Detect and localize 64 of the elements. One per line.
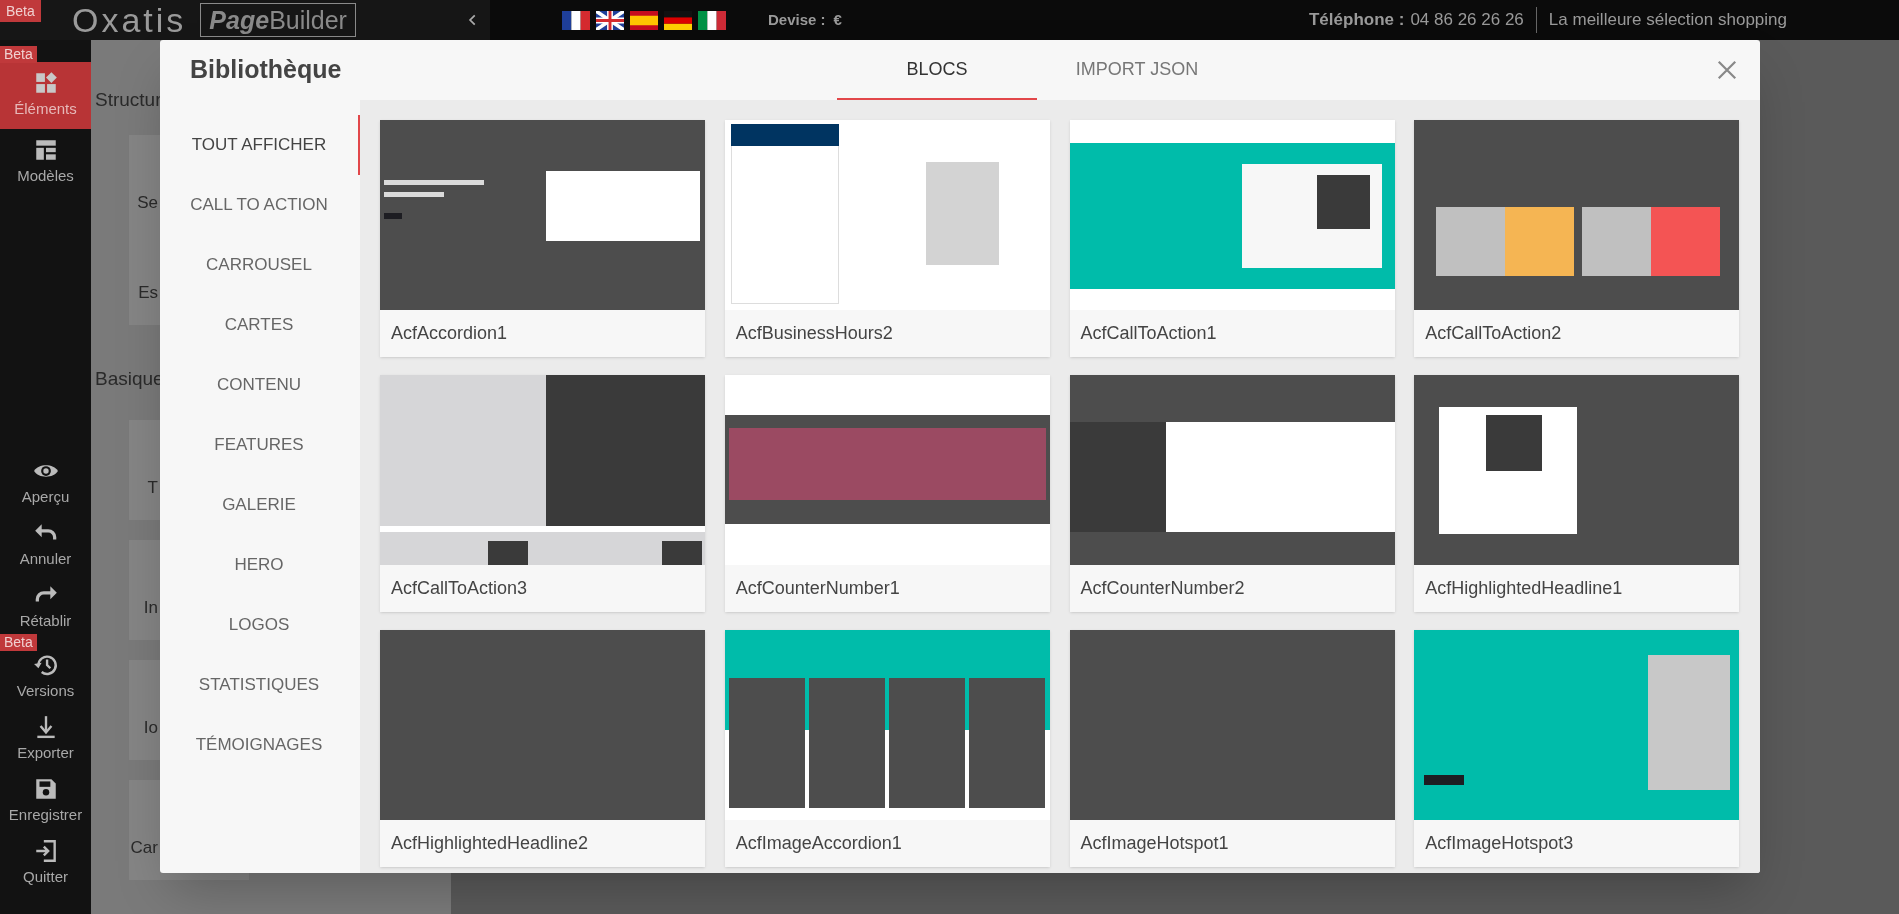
sidebar-item[interactable]: Annuler bbox=[0, 514, 91, 576]
tile-label: Io bbox=[143, 717, 158, 739]
product-name: PageBuilder bbox=[200, 3, 356, 37]
block-card[interactable]: AcfImageHotspot3 bbox=[1414, 630, 1740, 867]
category-item[interactable]: CARTES bbox=[160, 295, 360, 355]
tagline: La meilleure sélection shopping bbox=[1548, 9, 1787, 32]
block-name: AcfHighlightedHeadline2 bbox=[391, 832, 589, 855]
block-card[interactable]: AcfBusinessHours2 bbox=[724, 120, 1050, 357]
block-name: AcfImageAccordion1 bbox=[735, 832, 902, 855]
sidebar-item[interactable]: Modèles bbox=[0, 129, 91, 196]
category-item[interactable]: CARROUSEL bbox=[160, 235, 360, 295]
beta-badge: Beta bbox=[0, 634, 37, 651]
block-card[interactable]: AcfHighlightedHeadline2 bbox=[380, 630, 705, 867]
dialog-title: Bibliothèque bbox=[190, 54, 342, 86]
tile-label: Car bbox=[130, 837, 158, 859]
category-item[interactable]: LOGOS bbox=[160, 595, 360, 655]
block-card[interactable]: AcfCallToAction1 bbox=[1069, 120, 1395, 357]
block-name: AcfHighlightedHeadline1 bbox=[1425, 577, 1623, 600]
category-item[interactable]: GALERIE bbox=[160, 475, 360, 535]
close-icon[interactable] bbox=[1716, 59, 1738, 81]
block-card[interactable]: AcfCallToAction2 bbox=[1414, 120, 1740, 357]
block-name: AcfCounterNumber2 bbox=[1080, 577, 1245, 600]
sidebar-item[interactable]: Exporter bbox=[0, 708, 91, 770]
phone-label: Téléphone : bbox=[1309, 9, 1405, 32]
currency-label: Devise : bbox=[768, 9, 826, 30]
block-name: AcfImageHotspot3 bbox=[1425, 832, 1574, 855]
tile-label: Se bbox=[137, 192, 158, 214]
sidebar-item[interactable]: Enregistrer bbox=[0, 770, 91, 832]
block-name: AcfCallToAction3 bbox=[391, 577, 528, 600]
tile-label: In bbox=[143, 597, 158, 619]
block-name: AcfCallToAction1 bbox=[1080, 322, 1217, 345]
block-card[interactable]: AcfCallToAction3 bbox=[380, 375, 705, 612]
tab[interactable]: IMPORT JSON bbox=[1037, 40, 1237, 100]
flag-icon[interactable] bbox=[596, 10, 624, 30]
block-card[interactable]: AcfHighlightedHeadline1 bbox=[1414, 375, 1740, 612]
category-item[interactable]: HERO bbox=[160, 535, 360, 595]
block-card[interactable]: AcfCounterNumber2 bbox=[1069, 375, 1395, 612]
logo: Oxatis bbox=[72, 0, 187, 41]
section-heading: Structur bbox=[95, 88, 162, 112]
category-item[interactable]: FEATURES bbox=[160, 415, 360, 475]
tile-label: Es bbox=[138, 282, 158, 304]
block-card[interactable]: AcfImageHotspot1 bbox=[1069, 630, 1395, 867]
beta-badge: Beta bbox=[0, 0, 41, 22]
currency-value: € bbox=[833, 9, 842, 30]
block-name: AcfCallToAction2 bbox=[1425, 322, 1562, 345]
flag-icon[interactable] bbox=[698, 10, 726, 30]
block-card[interactable]: AcfImageAccordion1 bbox=[724, 630, 1050, 867]
beta-badge: Beta bbox=[0, 46, 37, 63]
phone-number: 04 86 26 26 26 bbox=[1410, 9, 1524, 32]
category-item[interactable]: TÉMOIGNAGES bbox=[160, 715, 360, 775]
block-card[interactable]: AcfCounterNumber1 bbox=[724, 375, 1050, 612]
flag-icon[interactable] bbox=[630, 10, 658, 30]
tile-label: T bbox=[147, 477, 158, 499]
sidebar-item[interactable]: Aperçu bbox=[0, 452, 91, 514]
sidebar-item[interactable]: Quitter bbox=[0, 832, 91, 894]
block-card[interactable]: AcfAccordion1 bbox=[380, 120, 705, 357]
block-name: AcfBusinessHours2 bbox=[735, 322, 893, 345]
block-name: AcfAccordion1 bbox=[391, 322, 508, 345]
flag-icon[interactable] bbox=[664, 10, 692, 30]
category-item[interactable]: CALL TO ACTION bbox=[160, 175, 360, 235]
flag-icon[interactable] bbox=[562, 10, 590, 30]
block-name: AcfCounterNumber1 bbox=[735, 577, 900, 600]
category-item[interactable]: STATISTIQUES bbox=[160, 655, 360, 715]
block-name: AcfImageHotspot1 bbox=[1080, 832, 1229, 855]
